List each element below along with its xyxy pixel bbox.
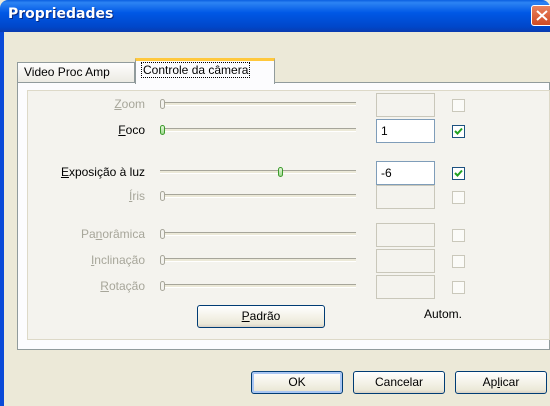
slider-zoom: [160, 102, 356, 106]
slider-exposicao[interactable]: [160, 170, 356, 174]
button-text: Ap: [482, 375, 498, 389]
slider-thumb-inclinacao: [160, 255, 165, 265]
window-title: Propriedades: [8, 6, 114, 22]
label-foco: Foco: [118, 123, 145, 137]
value-field-iris: [376, 185, 435, 209]
slider-thumb-exposicao[interactable]: [278, 167, 283, 177]
label-iris: Íris: [128, 189, 145, 203]
ok-button[interactable]: OK: [251, 371, 343, 394]
auto-checkbox-iris: [452, 191, 465, 204]
label-rotacao: Rotação: [100, 279, 145, 293]
auto-checkbox-rotacao: [452, 281, 465, 294]
checkmark-icon: [454, 169, 463, 177]
title-bar[interactable]: Propriedades: [0, 0, 550, 32]
apply-button[interactable]: Aplicar: [455, 371, 547, 394]
cancel-button[interactable]: Cancelar: [353, 371, 445, 394]
button-accel: P: [241, 309, 250, 323]
label-zoom: Zoom: [114, 97, 145, 111]
tab-video-proc-amp[interactable]: Video Proc Amp: [17, 62, 135, 82]
button-text: icar: [500, 375, 520, 389]
slider-inclinacao: [160, 258, 356, 262]
value-field-inclinacao: [376, 249, 435, 273]
label-inclinacao: Inclinação: [90, 253, 145, 267]
tab-label: Video Proc Amp: [24, 65, 110, 79]
slider-thumb-zoom: [160, 99, 165, 109]
tab-controle-da-camera[interactable]: Controle da câmera: [135, 58, 275, 84]
button-text: adrão: [249, 309, 281, 323]
button-text: OK: [288, 375, 306, 389]
slider-thumb-panoramica: [160, 229, 165, 239]
slider-thumb-rotacao: [160, 281, 165, 291]
slider-foco[interactable]: [160, 128, 356, 132]
close-icon: [536, 10, 548, 21]
slider-iris: [160, 194, 356, 198]
auto-checkbox-inclinacao: [452, 255, 465, 268]
value-field-exposicao[interactable]: -6: [376, 161, 435, 185]
value-field-rotacao: [376, 275, 435, 299]
checkmark-icon: [454, 127, 463, 135]
label-exposicao: Exposição à luz: [60, 165, 145, 179]
auto-column-label: Autom.: [424, 307, 463, 321]
auto-checkbox-panoramica: [452, 229, 465, 242]
slider-rotacao: [160, 284, 356, 288]
value-field-zoom: [376, 93, 435, 117]
tab-label: Controle da câmera: [140, 62, 251, 78]
slider-panoramica: [160, 232, 356, 236]
auto-checkbox-foco[interactable]: [452, 125, 465, 138]
slider-thumb-foco[interactable]: [160, 125, 165, 135]
slider-thumb-iris: [160, 191, 165, 201]
value-field-foco[interactable]: 1: [376, 119, 435, 143]
label-panoramica: Panorâmica: [80, 227, 145, 241]
window-frame: [0, 32, 4, 406]
value-field-panoramica: [376, 223, 435, 247]
close-button[interactable]: [531, 5, 550, 26]
button-text: Cancelar: [374, 375, 424, 389]
default-button[interactable]: Padrão: [197, 305, 325, 328]
auto-checkbox-zoom: [452, 99, 465, 112]
auto-checkbox-exposicao[interactable]: [452, 167, 465, 180]
